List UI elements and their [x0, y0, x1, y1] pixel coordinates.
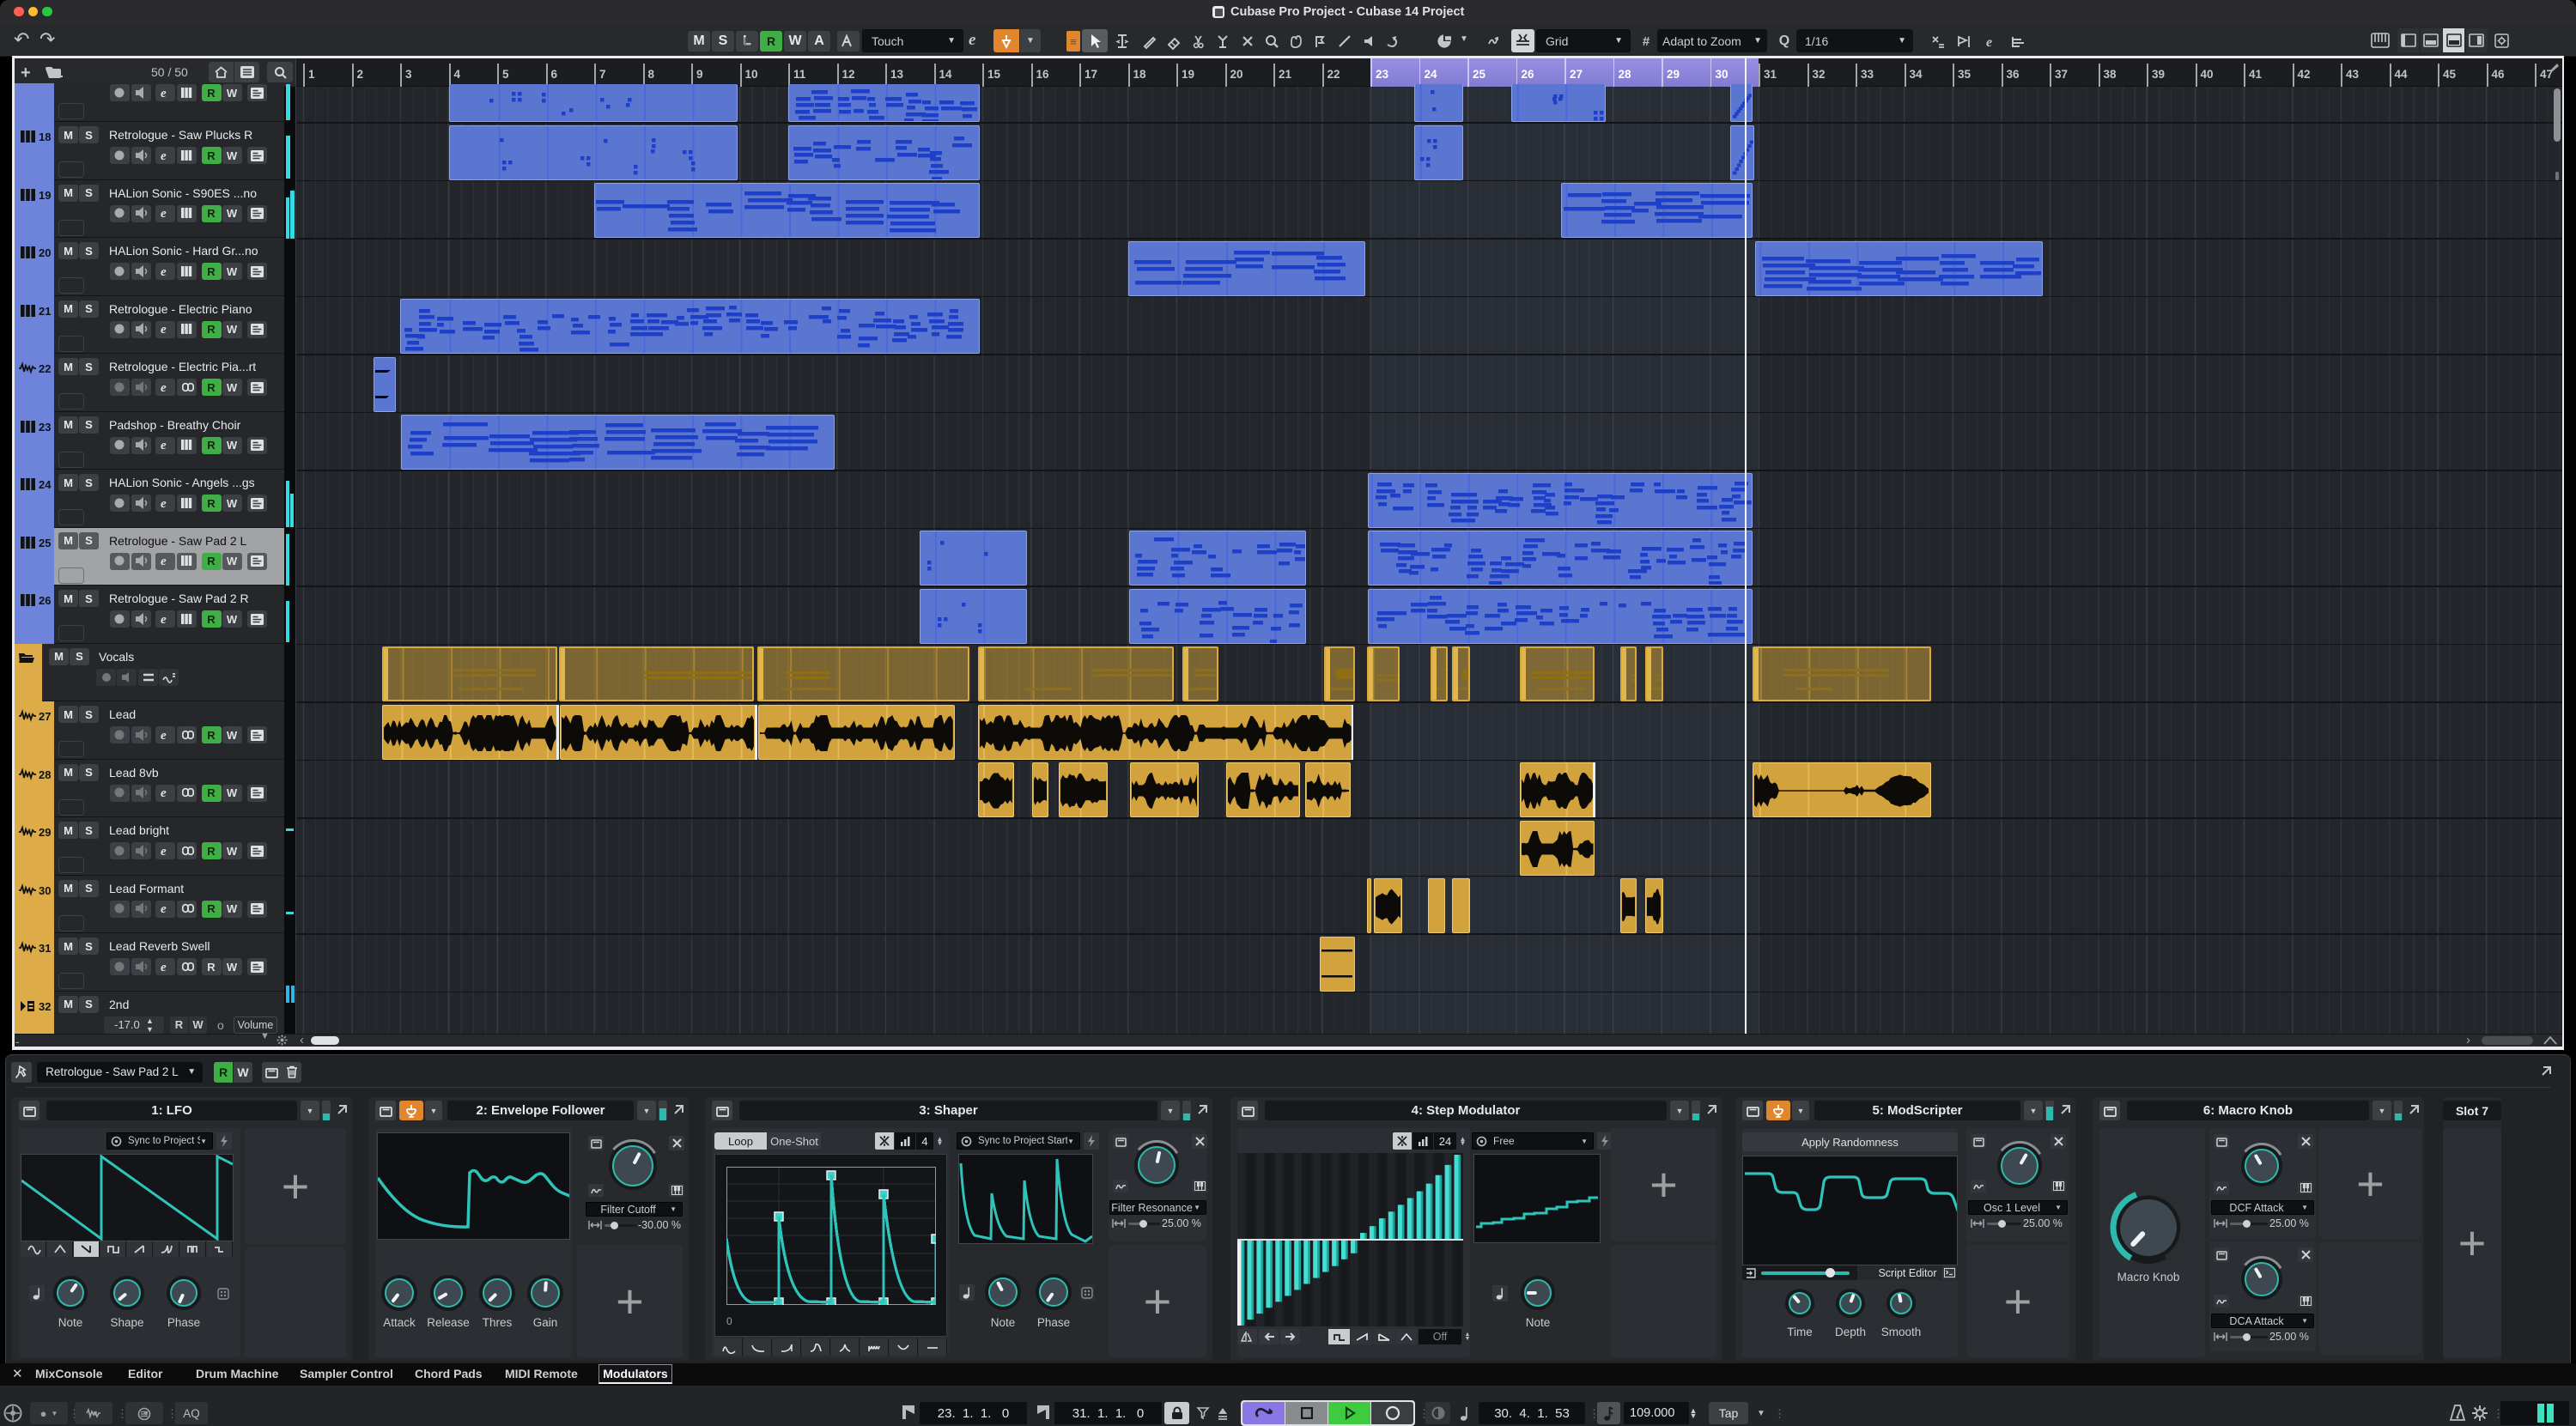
svg-text:e: e	[161, 555, 167, 568]
svg-text:e: e	[161, 786, 167, 800]
svg-text:e: e	[161, 729, 167, 743]
svg-text:e: e	[161, 497, 167, 511]
svg-text:e: e	[161, 961, 167, 974]
svg-text:e: e	[161, 902, 167, 916]
svg-text:e: e	[161, 149, 167, 163]
svg-text:e: e	[161, 381, 167, 395]
svg-text:e: e	[161, 87, 167, 100]
svg-text:e: e	[1986, 35, 1992, 49]
svg-text:e: e	[161, 439, 167, 452]
svg-text:e: e	[161, 323, 167, 337]
svg-text:e: e	[161, 845, 167, 859]
svg-text:e: e	[161, 613, 167, 627]
svg-text:e: e	[161, 265, 167, 279]
svg-text:e: e	[161, 207, 167, 221]
